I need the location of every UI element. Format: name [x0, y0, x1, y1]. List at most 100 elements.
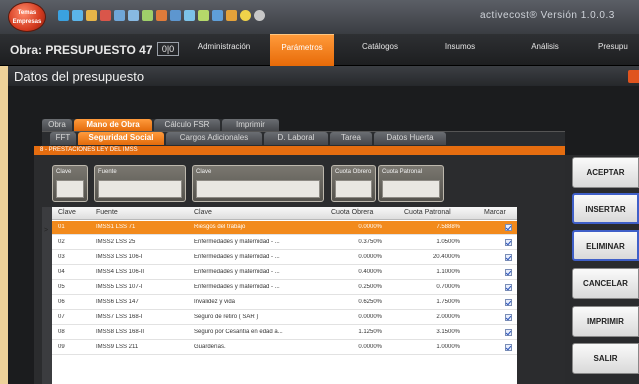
cell-patronal: 7.5888%: [436, 224, 460, 230]
copy-icon[interactable]: [114, 10, 125, 21]
col-marcar[interactable]: Marcar: [484, 209, 506, 216]
export-icon[interactable]: [142, 10, 153, 21]
table-row[interactable]: 08 IMSS8 LSS 168-II Seguro por Cesantía en…: [52, 326, 517, 340]
concepto-input[interactable]: [196, 180, 320, 198]
marcar-checkbox[interactable]: [505, 269, 512, 276]
cuota-patronal-field[interactable]: Cuota Patronal: [378, 165, 444, 202]
cell-concepto: Enfermedades y maternidad - ...: [194, 284, 280, 290]
delete-icon[interactable]: [100, 10, 111, 21]
col-clave[interactable]: Clave: [58, 209, 76, 216]
salir-button[interactable]: SALIR: [572, 343, 639, 374]
menu-administracion[interactable]: Administración: [192, 34, 256, 66]
fuente-field[interactable]: Fuente: [94, 165, 186, 202]
imprimir-button[interactable]: IMPRIMIR: [572, 306, 639, 337]
marcar-checkbox[interactable]: [505, 329, 512, 336]
cell-fuente: IMSS5 LSS 107-I: [96, 284, 143, 290]
marcar-checkbox[interactable]: [505, 284, 512, 291]
help-icon[interactable]: [240, 10, 251, 21]
marcar-checkbox[interactable]: [505, 254, 512, 261]
marcar-checkbox[interactable]: [505, 299, 512, 306]
col-fuente[interactable]: Fuente: [96, 209, 118, 216]
close-icon[interactable]: [628, 70, 639, 83]
subtab-seguridad-social[interactable]: Seguridad Social: [78, 132, 164, 145]
print-icon[interactable]: [170, 10, 181, 21]
folder-icon[interactable]: [86, 10, 97, 21]
col-cuota-obrera[interactable]: Cuota Obrera: [331, 209, 373, 216]
cuota-obrero-input[interactable]: [335, 180, 372, 198]
marcar-checkbox[interactable]: [505, 239, 512, 246]
table-row[interactable]: 01 IMSS1 LSS 71 Riesgos del trabajo 0.0000%…: [52, 221, 517, 235]
subtab-tarea[interactable]: Tarea: [330, 132, 372, 145]
cell-patronal: 20.4000%: [432, 254, 460, 260]
insertar-button[interactable]: INSERTAR: [572, 193, 639, 224]
cuota-patronal-input[interactable]: [382, 180, 440, 198]
fuente-input[interactable]: [98, 180, 182, 198]
tab-calculo-fsr[interactable]: Cálculo FSR: [154, 119, 220, 131]
tab-mano-de-obra[interactable]: Mano de Obra: [74, 119, 152, 131]
current-row-arrow-icon: >: [44, 227, 49, 234]
table-row[interactable]: 04 IMSS4 LSS 106-II Enfermedades y materni…: [52, 266, 517, 280]
info-icon[interactable]: [254, 10, 265, 21]
col-cuota-patronal[interactable]: Cuota Patronal: [404, 209, 451, 216]
menu-presupuesto[interactable]: Presupu: [590, 34, 639, 66]
obra-number[interactable]: 0|0: [157, 42, 179, 56]
cell-concepto: Seguro de retiro ( SAR ): [194, 314, 259, 320]
marcar-checkbox[interactable]: [505, 224, 512, 231]
concepto-field[interactable]: Clave: [192, 165, 324, 202]
cell-clave: 06: [58, 299, 65, 305]
calc-icon[interactable]: [198, 10, 209, 21]
chart-icon[interactable]: [212, 10, 223, 21]
new-icon[interactable]: [58, 10, 69, 21]
col-concepto[interactable]: Clave: [194, 209, 212, 216]
cell-obrera: 0.0000%: [358, 254, 382, 260]
cuota-obrero-field[interactable]: Cuota Obrero: [331, 165, 376, 202]
table-row[interactable]: 02 IMSS2 LSS 25 Enfermedades y maternidad …: [52, 236, 517, 250]
cell-concepto: Enfermedades y maternidad - ...: [194, 269, 280, 275]
cell-fuente: IMSS9 LSS 211: [96, 344, 139, 350]
cell-fuente: IMSS1 LSS 71: [96, 224, 136, 230]
menu-catalogos[interactable]: Catálogos: [350, 34, 410, 66]
import-icon[interactable]: [156, 10, 167, 21]
subtab-cargos-adicionales[interactable]: Cargos Adicionales: [166, 132, 262, 145]
clave-input[interactable]: [56, 180, 84, 198]
menu-analisis[interactable]: Análisis: [515, 34, 575, 66]
paste-icon[interactable]: [128, 10, 139, 21]
preview-icon[interactable]: [184, 10, 195, 21]
cell-concepto: Riesgos del trabajo: [194, 224, 246, 230]
open-icon[interactable]: [72, 10, 83, 21]
subtab-d-laboral[interactable]: D. Laboral: [264, 132, 328, 145]
cell-obrera: 0.6250%: [358, 299, 382, 305]
cell-concepto: Enfermedades y maternidad - ...: [194, 239, 280, 245]
table-row[interactable]: 03 IMSS3 LSS 106-I Enfermedades y maternid…: [52, 251, 517, 265]
cell-fuente: IMSS7 LSS 168-I: [96, 314, 143, 320]
settings-icon[interactable]: [226, 10, 237, 21]
marcar-checkbox[interactable]: [505, 314, 512, 321]
menu-insumos[interactable]: Insumos: [430, 34, 490, 66]
cell-fuente: IMSS8 LSS 168-II: [96, 329, 145, 335]
cell-clave: 05: [58, 284, 65, 290]
cell-obrera: 0.3750%: [358, 239, 382, 245]
clave-field[interactable]: Clave: [52, 165, 88, 202]
table-row[interactable]: 06 IMSS6 LSS 147 Invalidez y vida 0.6250% 1.…: [52, 296, 517, 310]
section-header: 8 - PRESTACIONES LEY DEL IMSS: [34, 146, 565, 155]
table-row[interactable]: 09 IMSS9 LSS 211 Guarderías. 0.0000% 1.0000%: [52, 341, 517, 355]
cell-clave: 09: [58, 344, 65, 350]
cell-patronal: 0.7000%: [436, 284, 460, 290]
cancelar-button[interactable]: CANCELAR: [572, 268, 639, 299]
tab-obra[interactable]: Obra: [42, 119, 72, 131]
menu-parametros[interactable]: Parámetros: [270, 34, 334, 66]
table-row[interactable]: 05 IMSS5 LSS 107-I Enfermedades y maternid…: [52, 281, 517, 295]
obra-label: Obra: PRESUPUESTO 47: [10, 43, 153, 57]
subtab-fft[interactable]: FFT: [50, 132, 76, 145]
cell-patronal: 3.1500%: [436, 329, 460, 335]
cell-clave: 03: [58, 254, 65, 260]
cell-patronal: 1.1000%: [436, 269, 460, 275]
table-row[interactable]: 07 IMSS7 LSS 168-I Seguro de retiro ( SAR …: [52, 311, 517, 325]
eliminar-button[interactable]: ELIMINAR: [572, 230, 639, 261]
cell-obrera: 1.1250%: [358, 329, 382, 335]
tab-imprimir[interactable]: Imprimir: [222, 119, 279, 131]
cell-concepto: Enfermedades y maternidad - ...: [194, 254, 280, 260]
aceptar-button[interactable]: ACEPTAR: [572, 157, 639, 188]
subtab-datos-huerta[interactable]: Datos Huerta: [374, 132, 446, 145]
marcar-checkbox[interactable]: [505, 344, 512, 351]
